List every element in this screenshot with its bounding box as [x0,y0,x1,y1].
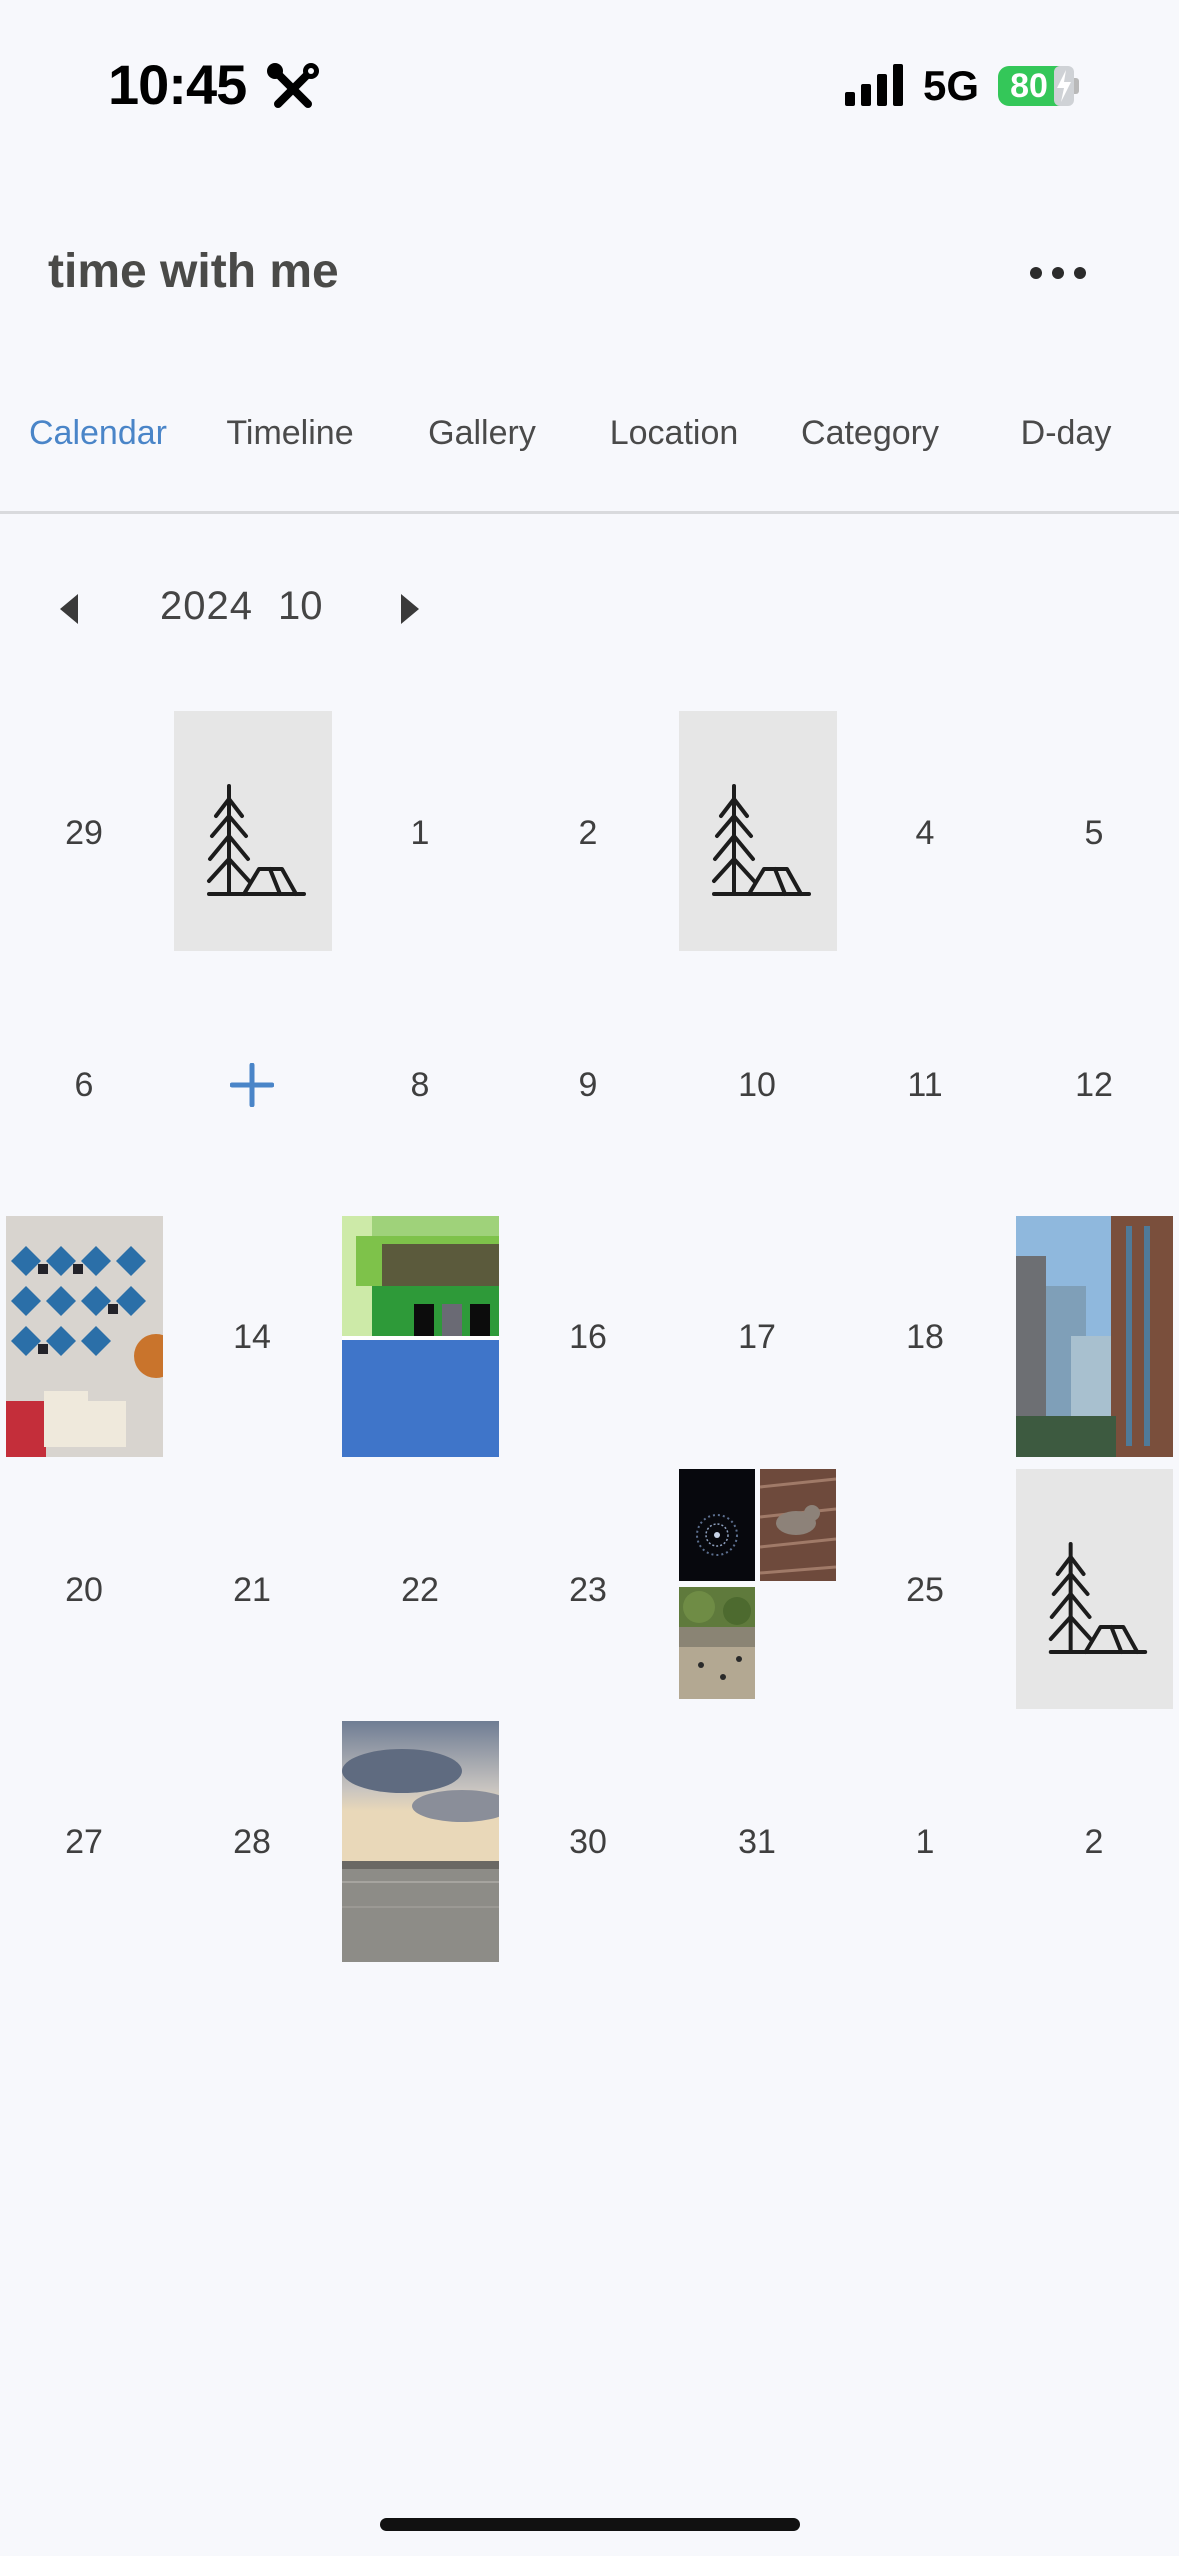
calendar-day[interactable]: 6 [0,965,168,1205]
network-type: 5G [923,62,980,109]
calendar-day[interactable]: 27 [0,1722,168,1962]
app-title: time with me [48,245,339,298]
triangle-left-icon[interactable] [60,594,80,624]
tab-calendar[interactable]: Calendar [14,408,182,458]
battery-tip [1074,78,1079,94]
day-photo-plaza[interactable] [679,1587,755,1699]
charging-bolt-icon [1054,66,1074,106]
calendar-day[interactable]: 4 [841,713,1009,953]
calendar-month[interactable]: 10 [278,584,323,629]
tab-category[interactable]: Category [786,408,954,458]
calendar-day[interactable]: 2 [1010,1722,1178,1962]
tab-location[interactable]: Location [590,408,758,458]
cellular-signal-icon [845,64,905,106]
calendar-day[interactable]: 1 [841,1722,1009,1962]
calendar-day[interactable]: 10 [673,965,841,1205]
day-photo-tiles[interactable] [6,1216,163,1457]
calendar-day[interactable]: 31 [673,1722,841,1962]
day-photo-sunset-sea[interactable] [342,1721,499,1962]
battery-level: 80 [1010,67,1048,105]
calendar-day[interactable]: 30 [504,1722,672,1962]
calendar-day[interactable]: 8 [336,965,504,1205]
calendar-day[interactable]: 9 [504,965,672,1205]
calendar-day[interactable]: 23 [504,1470,672,1710]
calendar-day[interactable]: 28 [168,1722,336,1962]
calendar-day[interactable]: 25 [841,1470,1009,1710]
day-photo-pixel-art[interactable] [342,1216,499,1457]
calendar-day[interactable]: 17 [673,1217,841,1457]
calendar-year[interactable]: 2024 [160,584,253,629]
day-photo-cat-roof[interactable] [760,1469,836,1581]
calendar-day[interactable]: 12 [1010,965,1178,1205]
wrench-screwdriver-icon [266,62,320,116]
calendar-day[interactable]: 5 [1010,713,1178,953]
calendar-day[interactable]: 1 [336,713,504,953]
day-photo-fireworks[interactable] [679,1469,755,1581]
tab-d-day[interactable]: D-day [982,408,1150,458]
day-photo-city-buildings[interactable] [1016,1216,1173,1457]
calendar-day[interactable]: 22 [336,1470,504,1710]
status-time: 10:45 [108,53,247,116]
triangle-right-icon[interactable] [399,594,419,624]
calendar-day[interactable]: 18 [841,1217,1009,1457]
calendar-day[interactable]: 20 [0,1470,168,1710]
ellipsis-icon[interactable] [1030,262,1086,284]
tab-divider [0,511,1179,514]
calendar-day[interactable]: 11 [841,965,1009,1205]
calendar-day[interactable]: 16 [504,1217,672,1457]
day-photo-tent-illustration[interactable] [174,711,332,951]
tab-gallery[interactable]: Gallery [398,408,566,458]
calendar-day[interactable]: 29 [0,713,168,953]
home-indicator[interactable] [380,2518,800,2531]
day-photo-tent-illustration[interactable] [679,711,837,951]
plus-icon[interactable] [168,965,336,1205]
calendar-day[interactable]: 21 [168,1470,336,1710]
calendar-day[interactable]: 14 [168,1217,336,1457]
calendar-day[interactable]: 2 [504,713,672,953]
tab-timeline[interactable]: Timeline [206,408,374,458]
day-photo-tent-illustration[interactable] [1016,1469,1173,1709]
